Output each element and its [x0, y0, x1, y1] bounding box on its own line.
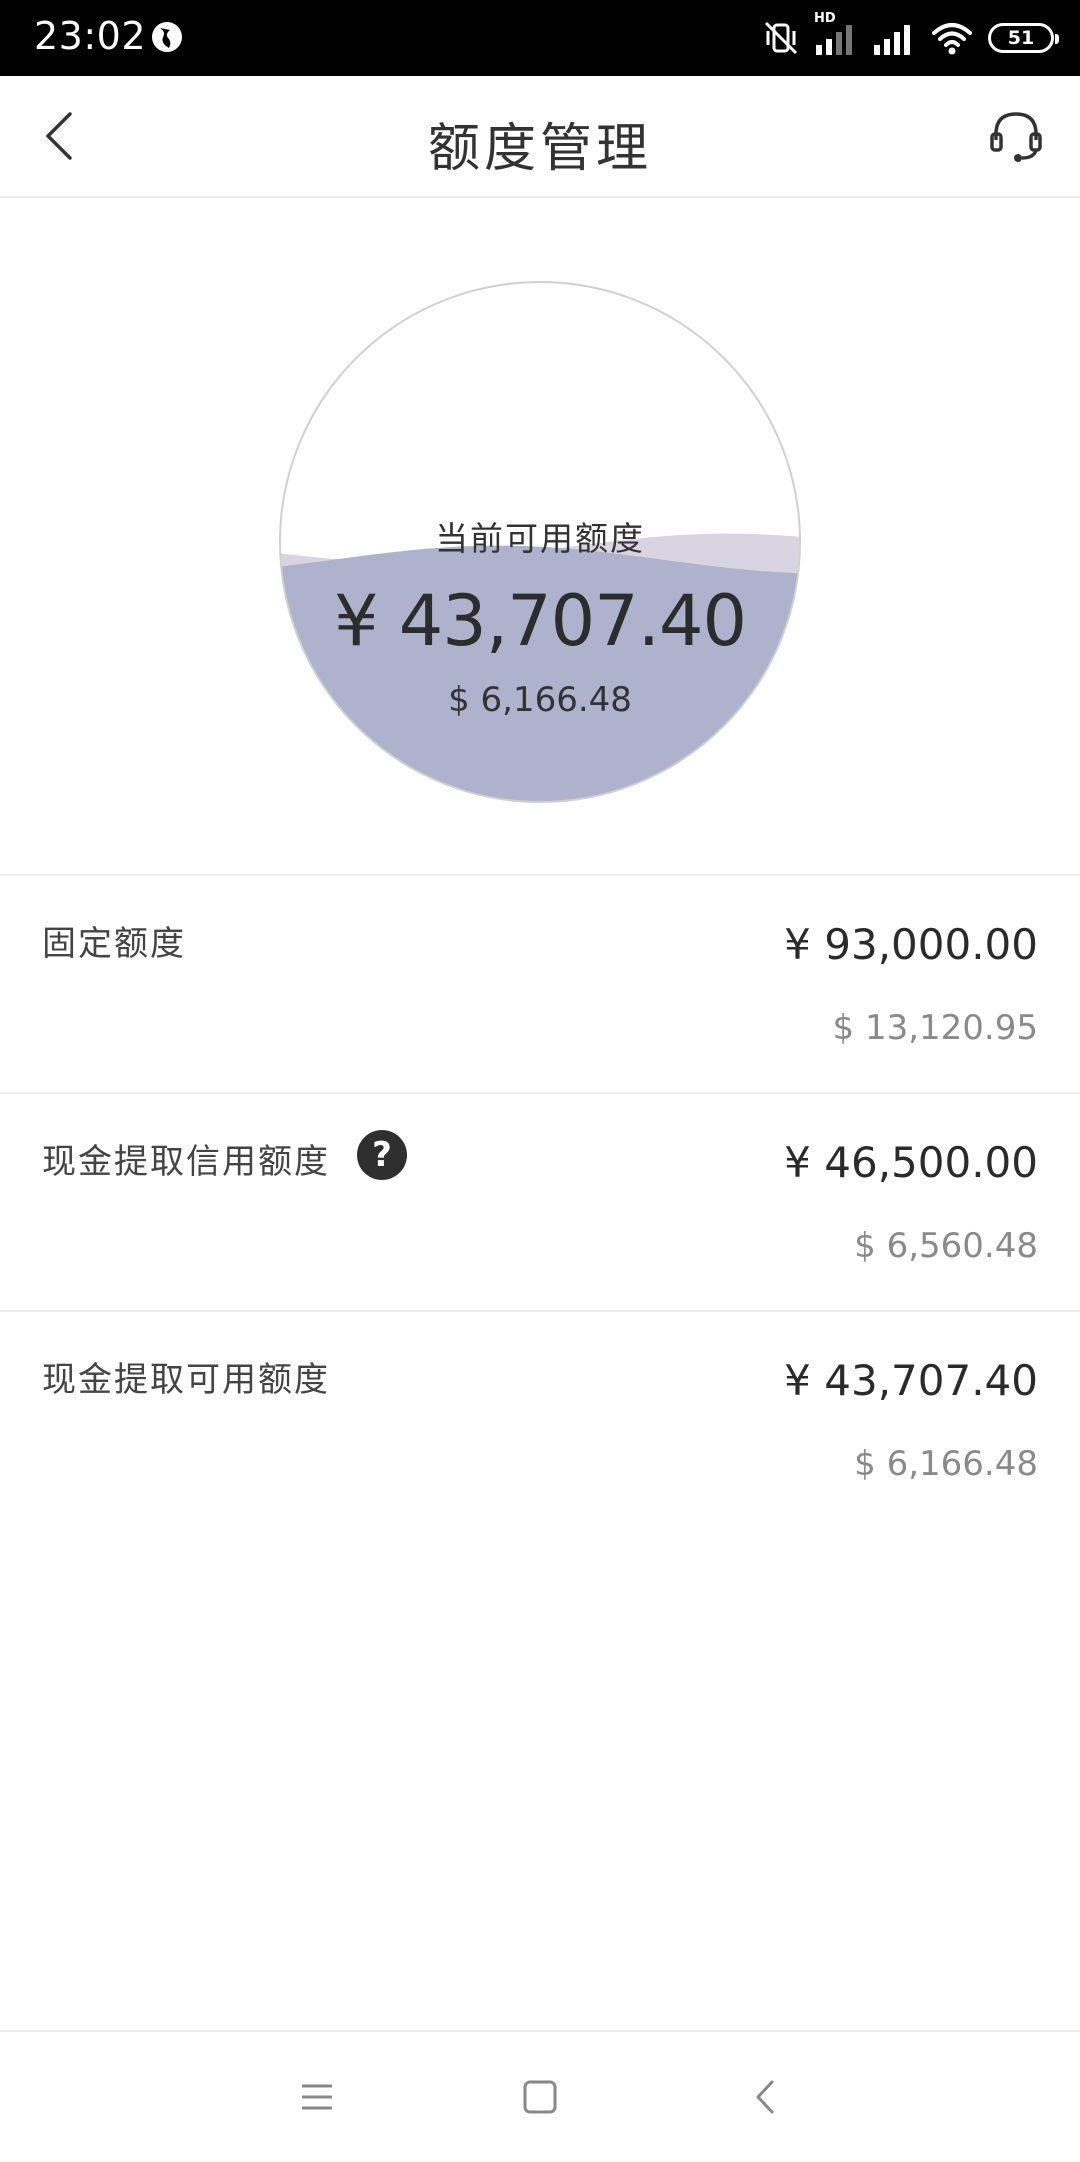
row-cny-amount: ¥ 46,500.00	[784, 1138, 1038, 1187]
row-cny-amount: ¥ 93,000.00	[784, 920, 1038, 969]
list-item-cash-credit-limit: 现金提取信用额度 ? ¥ 46,500.00 $ 6,560.48	[0, 1094, 1080, 1312]
signal-icon	[872, 19, 916, 57]
available-usd: $ 6,166.48	[448, 680, 632, 720]
row-usd-amount: $ 6,166.48	[854, 1444, 1038, 1484]
list-item-fixed-credit: 固定额度 ¥ 93,000.00 $ 13,120.95	[0, 876, 1080, 1094]
available-cny: ¥ 43,707.40	[333, 580, 747, 662]
system-nav-bar	[0, 2030, 1080, 2162]
battery-icon: 51	[988, 23, 1059, 53]
row-usd-amount: $ 13,120.95	[832, 1008, 1038, 1048]
row-label: 固定额度	[42, 924, 186, 964]
row-usd-amount: $ 6,560.48	[854, 1226, 1038, 1266]
status-icons: HD 51	[762, 11, 1059, 58]
available-credit-section: 当前可用额度 ¥ 43,707.40 $ 6,166.48	[0, 198, 1080, 876]
status-bar: 23:02 HD 51	[0, 0, 1080, 76]
row-label: 现金提取可用额度	[42, 1360, 330, 1400]
back-icon[interactable]	[742, 2072, 792, 2122]
list-item-cash-available: 现金提取可用额度 ¥ 43,707.40 $ 6,166.48	[0, 1312, 1080, 1530]
status-time: 23:02	[34, 14, 147, 58]
headset-icon[interactable]	[986, 106, 1046, 166]
page-title: 额度管理	[427, 119, 652, 179]
globe-icon	[150, 20, 184, 54]
help-icon[interactable]: ?	[357, 1130, 407, 1180]
menu-icon[interactable]	[292, 2072, 342, 2122]
available-label: 当前可用额度	[435, 519, 645, 558]
home-square-icon[interactable]	[515, 2072, 565, 2122]
nav-bar: 额度管理	[0, 76, 1080, 198]
vibrate-off-icon	[762, 19, 800, 57]
credit-detail-list: 固定额度 ¥ 93,000.00 $ 13,120.95 现金提取信用额度 ? …	[0, 876, 1080, 1530]
battery-level: 51	[1007, 27, 1035, 49]
row-cny-amount: ¥ 43,707.40	[784, 1356, 1038, 1405]
credit-gauge: 当前可用额度 ¥ 43,707.40 $ 6,166.48	[278, 280, 802, 804]
row-label: 现金提取信用额度	[42, 1142, 330, 1182]
hd-label: HD	[814, 11, 836, 26]
signal-hd-icon: HD	[814, 11, 858, 57]
wifi-icon	[930, 19, 974, 57]
